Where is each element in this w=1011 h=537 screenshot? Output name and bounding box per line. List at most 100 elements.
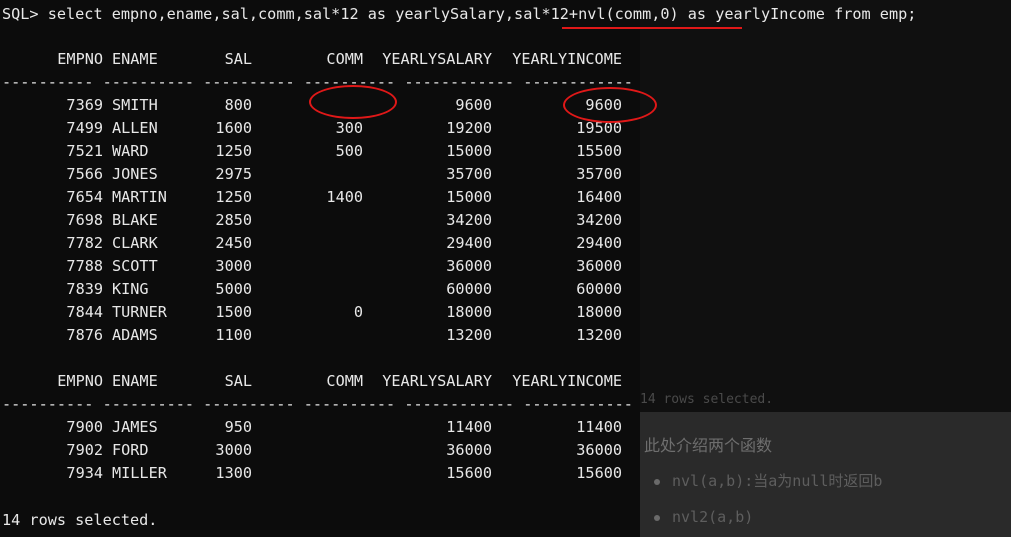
cell-ys: 36000	[446, 257, 492, 275]
cell-empno: 7839	[66, 280, 103, 298]
table-row: 7698 BLAKE 2850 34200 34200	[0, 211, 640, 231]
cell-yi: 34200	[576, 211, 622, 229]
column-header-yearlyincome: YEARLYINCOME	[512, 50, 622, 68]
table-row: 7788 SCOTT 3000 36000 36000	[0, 257, 640, 277]
background-footer: 14 rows selected.	[640, 392, 774, 407]
table-row: 7900 JAMES 950 11400 11400	[0, 418, 640, 438]
cell-ename: FORD	[112, 441, 149, 459]
annotation-ellipse-comm	[309, 85, 397, 119]
cell-empno: 7654	[66, 188, 103, 206]
column-header-yearlysalary: YEARLYSALARY	[382, 50, 492, 68]
cell-ys: 18000	[446, 303, 492, 321]
cell-empno: 7900	[66, 418, 103, 436]
cell-ename: WARD	[112, 142, 149, 160]
table-row: 7654 MARTIN 1250 1400 15000 16400	[0, 188, 640, 208]
background-terminal-window: 14 rows selected.	[640, 0, 1011, 412]
cell-sal: 3000	[215, 257, 252, 275]
cell-empno: 7902	[66, 441, 103, 459]
table-row: 7782 CLARK 2450 29400 29400	[0, 234, 640, 254]
column-header-empno: EMPNO	[57, 50, 103, 68]
cell-yi: 18000	[576, 303, 622, 321]
header-separator: ---------- ---------- ---------- -------…	[2, 395, 633, 413]
cell-sal: 950	[224, 418, 252, 436]
cell-sal: 1600	[215, 119, 252, 137]
cell-sal: 800	[224, 96, 252, 114]
cell-comm: 0	[353, 303, 363, 321]
cell-ename: JONES	[112, 165, 158, 183]
cell-comm: 1400	[326, 188, 363, 206]
rows-selected-footer: 14 rows selected.	[2, 511, 158, 529]
bullet-dot-icon	[654, 514, 660, 521]
cell-yi: 15500	[576, 142, 622, 160]
cell-ys: 9600	[455, 96, 492, 114]
cell-ename: TURNER	[112, 303, 167, 321]
table-row: 7876 ADAMS 1100 13200 13200	[0, 326, 640, 346]
cell-empno: 7369	[66, 96, 103, 114]
column-header-empno: EMPNO	[57, 372, 103, 390]
cell-sal: 2450	[215, 234, 252, 252]
cell-comm: 500	[335, 142, 363, 160]
cell-ename: ADAMS	[112, 326, 158, 344]
cell-sal: 2975	[215, 165, 252, 183]
cell-yi: 60000	[576, 280, 622, 298]
highlight-underline	[562, 27, 742, 29]
cell-ys: 35700	[446, 165, 492, 183]
cell-sal: 1300	[215, 464, 252, 482]
table-row: 7839 KING 5000 60000 60000	[0, 280, 640, 300]
cell-empno: 7782	[66, 234, 103, 252]
cell-ename: MARTIN	[112, 188, 167, 206]
cell-sal: 1100	[215, 326, 252, 344]
column-header-row: EMPNO ENAME SAL COMM YEARLYSALARY YEARLYINCOM…	[0, 50, 640, 70]
cell-ys: 13200	[446, 326, 492, 344]
cell-empno: 7934	[66, 464, 103, 482]
column-header-sal: SAL	[224, 372, 252, 390]
cell-ys: 34200	[446, 211, 492, 229]
cell-ys: 19200	[446, 119, 492, 137]
cell-ename: MILLER	[112, 464, 167, 482]
cell-ys: 60000	[446, 280, 492, 298]
cell-sal: 1250	[215, 142, 252, 160]
cell-ys: 15000	[446, 142, 492, 160]
table-row: 7934 MILLER 1300 15600 15600	[0, 464, 640, 484]
cell-yi: 11400	[576, 418, 622, 436]
column-header-row: EMPNO ENAME SAL COMM YEARLYSALARY YEARLYINCOM…	[0, 372, 640, 392]
cell-ename: SMITH	[112, 96, 158, 114]
cell-yi: 36000	[576, 441, 622, 459]
cell-empno: 7876	[66, 326, 103, 344]
cell-ys: 15000	[446, 188, 492, 206]
cell-yi: 15600	[576, 464, 622, 482]
cell-ename: ALLEN	[112, 119, 158, 137]
cell-sal: 2850	[215, 211, 252, 229]
command-line: SQL> select empno,ename,sal,comm,sal*12 …	[2, 5, 916, 23]
cell-ys: 36000	[446, 441, 492, 459]
cell-ys: 29400	[446, 234, 492, 252]
sql-statement: select empno,ename,sal,comm,sal*12 as ye…	[47, 5, 917, 23]
cell-yi: 29400	[576, 234, 622, 252]
cell-yi: 35700	[576, 165, 622, 183]
column-header-yearlyincome: YEARLYINCOME	[512, 372, 622, 390]
cell-ename: CLARK	[112, 234, 158, 252]
cell-empno: 7521	[66, 142, 103, 160]
column-header-ename: ENAME	[112, 50, 158, 68]
cell-ename: SCOTT	[112, 257, 158, 275]
header-separator: ---------- ---------- ---------- -------…	[2, 73, 633, 91]
doc-bullet-nvl: nvl(a,b):当a为null时返回b	[654, 470, 882, 491]
cell-yi: 13200	[576, 326, 622, 344]
cell-empno: 7698	[66, 211, 103, 229]
column-header-sal: SAL	[224, 50, 252, 68]
table-row: 7521 WARD 1250 500 15000 15500	[0, 142, 640, 162]
documentation-panel: 此处介绍两个函数 nvl(a,b):当a为null时返回b nvl2(a,b)	[640, 412, 1011, 537]
table-row: 7499 ALLEN 1600 300 19200 19500	[0, 119, 640, 139]
cell-sal: 1250	[215, 188, 252, 206]
cell-sal: 3000	[215, 441, 252, 459]
cell-empno: 7566	[66, 165, 103, 183]
doc-bullet-nvl2: nvl2(a,b)	[654, 508, 753, 526]
table-row: 7902 FORD 3000 36000 36000	[0, 441, 640, 461]
cell-empno: 7788	[66, 257, 103, 275]
cell-sal: 1500	[215, 303, 252, 321]
cell-sal: 5000	[215, 280, 252, 298]
cell-yi: 36000	[576, 257, 622, 275]
cell-yi: 16400	[576, 188, 622, 206]
annotation-ellipse-income	[563, 87, 657, 123]
bullet-dot-icon	[654, 478, 660, 485]
